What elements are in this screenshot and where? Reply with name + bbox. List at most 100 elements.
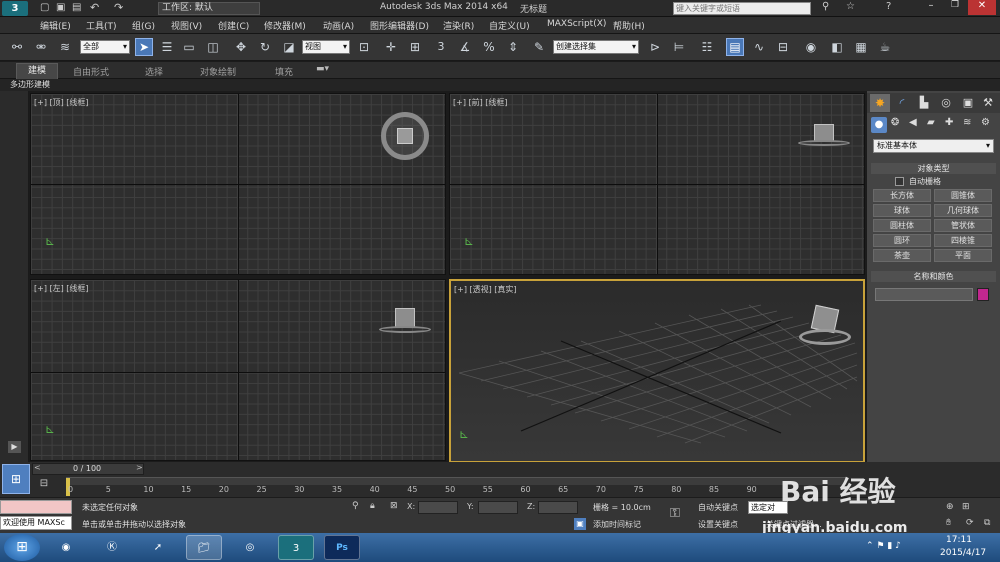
k-app-icon[interactable]: Ⓚ [94, 535, 130, 560]
orbit-icon[interactable]: ⟳ [966, 518, 974, 528]
window-crossing-icon[interactable]: ◫ [204, 38, 222, 56]
named-selection-dropdown[interactable]: 创建选择集 [553, 40, 639, 54]
keyboard-shortcut-icon[interactable]: ⊞ [406, 38, 424, 56]
render-frame-icon[interactable]: ▦ [852, 38, 870, 56]
time-slider[interactable]: < 0 / 100 > [32, 463, 144, 475]
qat-new-icon[interactable]: ▢ [40, 2, 49, 13]
lock-icon[interactable]: 🔒︎ [370, 501, 375, 511]
object-type-rollout-header[interactable]: 对象类型 [871, 163, 996, 174]
autogrid-checkbox[interactable] [895, 177, 904, 186]
key-icon[interactable]: ⚿ [670, 506, 680, 521]
pivot-center-icon[interactable]: ⊡ [355, 38, 373, 56]
align-icon[interactable]: ⊨ [670, 38, 688, 56]
shapes-icon[interactable]: ❂ [891, 117, 899, 128]
viewport-label[interactable]: [+] [左] [线框] [34, 283, 89, 294]
explorer-icon[interactable]: 📁︎ [186, 535, 222, 560]
angle-snap-icon[interactable]: ∡ [456, 38, 474, 56]
menu-modifiers[interactable]: 修改器(M) [264, 19, 306, 32]
viewport-perspective[interactable]: [+] [透视] [真实] ⊾ [449, 279, 865, 463]
track-bar-icon-button[interactable]: ⊟ [34, 478, 54, 494]
select-manipulate-icon[interactable]: ✛ [382, 38, 400, 56]
edit-named-selection-icon[interactable]: ✎ [530, 38, 548, 56]
menu-edit[interactable]: 编辑(E) [40, 19, 71, 32]
rectangle-selection-icon[interactable]: ▭ [180, 38, 198, 56]
reference-coord-dropdown[interactable]: 视图 [302, 40, 350, 54]
app-logo[interactable]: 3 [2, 1, 28, 16]
menu-graph-editors[interactable]: 图形编辑器(D) [370, 19, 429, 32]
systems-icon[interactable]: ⚙ [981, 117, 990, 128]
cameras-icon[interactable]: ▰ [927, 117, 935, 128]
ribbon-tab-populate[interactable]: 填充 [275, 65, 293, 78]
viewport-left[interactable]: [+] [左] [线框] ⊾ [30, 279, 446, 461]
transform-mode-icon[interactable]: ⊠ [390, 501, 398, 511]
clock-time[interactable]: 17:11 [946, 535, 972, 545]
tube-button[interactable]: 管状体 [934, 219, 992, 232]
add-time-tag-button[interactable]: 添加时间标记 [593, 519, 641, 530]
menu-group[interactable]: 组(G) [132, 19, 155, 32]
teapot-button[interactable]: 茶壶 [873, 249, 931, 262]
close-icon[interactable]: ✕ [968, 0, 996, 15]
helpers-icon[interactable]: ✚ [945, 117, 953, 128]
material-editor-icon[interactable]: ◉ [802, 38, 820, 56]
curve-editor-icon[interactable]: ∿ [750, 38, 768, 56]
auto-key-button[interactable]: 自动关键点 [698, 502, 738, 513]
qat-save-icon[interactable]: ▤ [72, 2, 81, 13]
undo-icon[interactable]: ↶ [90, 1, 99, 14]
motion-tab-icon[interactable]: ◎ [936, 94, 956, 112]
torus-button[interactable]: 圆环 [873, 234, 931, 247]
y-coord-field[interactable] [478, 501, 518, 514]
viewport-layout-button[interactable]: ⊞ [2, 464, 30, 494]
viewport-label[interactable]: [+] [前] [线框] [453, 97, 508, 108]
menu-animation[interactable]: 动画(A) [323, 19, 354, 32]
slider-next-icon[interactable]: > [136, 463, 143, 472]
unlink-icon[interactable]: ⚮ [32, 38, 50, 56]
zoom-icon[interactable]: ⊕ [946, 502, 954, 512]
utilities-tab-icon[interactable]: ⚒ [978, 94, 998, 112]
viewcube-icon[interactable] [799, 304, 851, 347]
primitive-type-dropdown[interactable]: 标准基本体 ▾ [873, 139, 994, 153]
select-object-icon[interactable]: ➤ [135, 38, 153, 56]
maximize-viewport-icon[interactable]: ⧉ [984, 518, 990, 528]
menu-rendering[interactable]: 渲染(R) [443, 19, 474, 32]
workspace-dropdown[interactable]: 工作区: 默认 [158, 2, 260, 15]
clock-date[interactable]: 2015/4/17 [940, 548, 986, 558]
track-bar[interactable] [66, 477, 846, 496]
plane-button[interactable]: 平面 [934, 249, 992, 262]
spacewarps-icon[interactable]: ≋ [963, 117, 971, 128]
star-icon[interactable]: ☆ [846, 1, 855, 12]
viewcube-icon[interactable] [381, 112, 429, 160]
undo-redo-link-icon[interactable]: ⚯ [8, 38, 26, 56]
viewcube-icon[interactable] [379, 308, 431, 334]
binoculars-icon[interactable]: ⚲ [822, 1, 829, 12]
search-input[interactable] [673, 2, 811, 15]
zoom-extents-icon[interactable]: ⊞ [962, 502, 970, 512]
pan-icon[interactable]: ✋︎ [946, 518, 951, 528]
menu-tools[interactable]: 工具(T) [86, 19, 117, 32]
set-key-button[interactable]: 设置关键点 [698, 519, 738, 530]
render-teapot-icon[interactable]: ☕ [876, 38, 894, 56]
cylinder-button[interactable]: 圆柱体 [873, 219, 931, 232]
menu-create[interactable]: 创建(C) [218, 19, 249, 32]
3dsmax-taskbar-icon[interactable]: 3 [278, 535, 314, 560]
expand-arrow-icon[interactable]: ▶ [8, 441, 21, 453]
viewcube-icon[interactable] [798, 124, 850, 146]
start-button[interactable]: ⊞ [4, 534, 40, 561]
help-icon[interactable]: ? [886, 1, 891, 12]
schematic-view-icon[interactable]: ⊟ [774, 38, 792, 56]
layer-manager-icon[interactable]: ☷ [698, 38, 716, 56]
ribbon-tab-freeform[interactable]: 自由形式 [73, 65, 109, 78]
object-name-field[interactable] [875, 288, 973, 301]
select-by-name-icon[interactable]: ☰ [158, 38, 176, 56]
time-tag-icon[interactable]: ▣ [574, 518, 586, 530]
geometry-icon[interactable]: ● [871, 117, 887, 133]
create-tab-icon[interactable]: ✸ [870, 94, 890, 112]
modify-tab-icon[interactable]: ◜ [892, 94, 912, 112]
scale-icon[interactable]: ◪ [280, 38, 298, 56]
viewport-label[interactable]: [+] [顶] [线框] [34, 97, 89, 108]
geosphere-button[interactable]: 几何球体 [934, 204, 992, 217]
minimize-icon[interactable]: – [920, 0, 942, 15]
qat-open-icon[interactable]: ▣ [56, 2, 65, 13]
lights-icon[interactable]: ◀ [909, 117, 917, 128]
graphite-ribbon-icon[interactable]: ▤ [726, 38, 744, 56]
bird-app-icon[interactable]: ➚ [140, 535, 176, 560]
